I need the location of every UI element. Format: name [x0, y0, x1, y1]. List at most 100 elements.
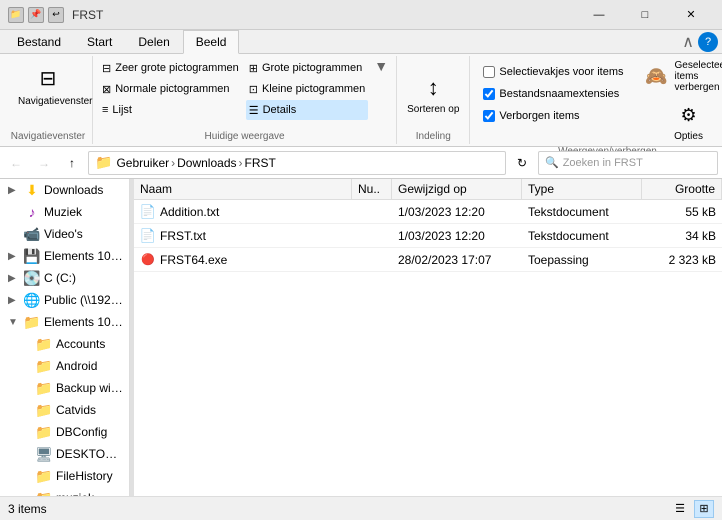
table-row[interactable]: 📄 Addition.txt 1/03/2023 12:20 Tekstdocu…	[134, 200, 722, 224]
search-box[interactable]: 🔍 Zoeken in FRST	[538, 151, 718, 175]
sidebar-label-backup: Backup windows	[56, 381, 125, 395]
ribbon-content: ⊟ Navigatievenster Navigatievenster ⊟ Ze…	[0, 54, 722, 146]
quick-access-icon[interactable]: 📌	[28, 7, 44, 23]
group-weergeven-verbergen: Selectievakjes voor items Bestandsnaamex…	[470, 56, 722, 144]
undo-icon[interactable]: ↩	[48, 7, 64, 23]
group-weergave: ⊟ Zeer grote pictogrammen ⊠ Normale pict…	[93, 56, 397, 144]
nav-panel-icon: ⊟	[32, 62, 64, 94]
back-button[interactable]: ←	[4, 151, 28, 175]
view-details-button[interactable]: ☰	[670, 500, 690, 518]
sidebar-item-dbconfig[interactable]: 📁 DBConfig	[0, 421, 129, 443]
kleine-icon: ⊡	[249, 83, 258, 96]
c-drive-icon: 💽	[24, 270, 40, 286]
minimize-button[interactable]: —	[576, 0, 622, 30]
tab-beeld[interactable]: Beeld	[183, 30, 240, 54]
opties-label: Opties	[674, 131, 703, 142]
sidebar-label-downloads: Downloads	[44, 183, 103, 197]
sidebar-item-elements2[interactable]: ▼ 📁 Elements 10B8 (A:	[0, 311, 129, 333]
public-icon: 🌐	[24, 292, 40, 308]
elements1-icon: 💾	[24, 248, 40, 264]
grote-item[interactable]: ⊞ Grote pictogrammen	[246, 58, 369, 78]
sidebar-item-elements1[interactable]: ▶ 💾 Elements 10B8 (	[0, 245, 129, 267]
bestandsnaam-checkbox[interactable]	[483, 88, 495, 100]
title-bar: 📁 📌 ↩ FRST — □ ✕	[0, 0, 722, 30]
view-controls: ☰ ⊞	[670, 500, 714, 518]
table-row[interactable]: 📄 FRST.txt 1/03/2023 12:20 Tekstdocument…	[134, 224, 722, 248]
selectievakjes-item[interactable]: Selectievakjes voor items	[480, 62, 626, 82]
col-header-type[interactable]: Type	[522, 179, 642, 199]
filehistory-icon: 📁	[36, 468, 52, 484]
sidebar: ▶ ⬇ Downloads ♪ Muziek 📹 Video's ▶ 💾 Ele…	[0, 179, 130, 496]
up-button[interactable]: ↑	[60, 151, 84, 175]
sidebar-item-videos[interactable]: 📹 Video's	[0, 223, 129, 245]
sidebar-item-backup[interactable]: 📁 Backup windows	[0, 377, 129, 399]
sorteren-button[interactable]: ↕ Sorteren op	[403, 70, 463, 117]
sidebar-item-public[interactable]: ▶ 🌐 Public (\\192.168	[0, 289, 129, 311]
geselecteerde-verbergen-button[interactable]: 🙈 Geselecteerde items verbergen	[639, 58, 722, 95]
file-name-frst64: 🔴 FRST64.exe	[134, 250, 352, 270]
ribbon-collapse-icon[interactable]: ∧	[682, 32, 694, 52]
sidebar-item-muziek[interactable]: ♪ Muziek	[0, 201, 129, 223]
sidebar-item-catvids[interactable]: 📁 Catvids	[0, 399, 129, 421]
nav-panel-label: Navigatievenster	[18, 96, 78, 107]
sidebar-label-public: Public (\\192.168	[44, 293, 125, 307]
opties-button[interactable]: ⚙ Opties	[639, 99, 722, 144]
file-num-frst	[352, 234, 392, 238]
navigatievenster-button[interactable]: ⊟ Navigatievenster	[10, 58, 86, 111]
address-bar: ← → ↑ 📁 Gebruiker › Downloads › FRST ↻ 🔍…	[0, 147, 722, 179]
path-frst[interactable]: FRST	[245, 156, 276, 170]
col-header-num[interactable]: Nu..	[352, 179, 392, 199]
normale-item[interactable]: ⊠ Normale pictogrammen	[99, 79, 242, 99]
address-path[interactable]: 📁 Gebruiker › Downloads › FRST	[88, 151, 506, 175]
maximize-button[interactable]: □	[622, 0, 668, 30]
col-header-name[interactable]: Naam	[134, 179, 352, 199]
zeer-grote-item[interactable]: ⊟ Zeer grote pictogrammen	[99, 58, 242, 78]
file-size-frst64: 2 323 kB	[642, 251, 722, 269]
bestandsnaam-item[interactable]: Bestandsnaamextensies	[480, 84, 626, 104]
view-large-button[interactable]: ⊞	[694, 500, 714, 518]
sidebar-label-videos: Video's	[44, 227, 83, 241]
search-placeholder: Zoeken in FRST	[563, 157, 643, 169]
help-icon[interactable]: ?	[698, 32, 718, 52]
verborgen-item[interactable]: Verborgen items	[480, 106, 626, 126]
table-row[interactable]: 🔴 FRST64.exe 28/02/2023 17:07 Toepassing…	[134, 248, 722, 272]
tab-start[interactable]: Start	[74, 30, 125, 53]
addition-icon: 📄	[140, 204, 156, 220]
verbergen-label: Geselecteerde items verbergen	[675, 60, 722, 93]
tab-bestand[interactable]: Bestand	[4, 30, 74, 53]
sidebar-item-desktop[interactable]: 🖥 DESKTOP-D07N\	[0, 443, 129, 465]
weergave-expand-icon[interactable]: ▼	[372, 58, 390, 74]
window-controls: — □ ✕	[576, 0, 714, 30]
group-indeling-title: Indeling	[403, 129, 463, 142]
file-type-frst: Tekstdocument	[522, 227, 642, 245]
expand-icon: ▶	[8, 185, 20, 196]
selectievakjes-checkbox[interactable]	[483, 66, 495, 78]
file-name-addition: 📄 Addition.txt	[134, 202, 352, 222]
path-downloads[interactable]: Downloads	[177, 156, 236, 170]
sidebar-item-c-drive[interactable]: ▶ 💽 C (C:)	[0, 267, 129, 289]
forward-button[interactable]: →	[32, 151, 56, 175]
kleine-item[interactable]: ⊡ Kleine pictogrammen	[246, 79, 369, 99]
details-item[interactable]: ☰ Details	[246, 100, 369, 120]
col-header-modified[interactable]: Gewijzigd op	[392, 179, 522, 199]
main-layout: ▶ ⬇ Downloads ♪ Muziek 📹 Video's ▶ 💾 Ele…	[0, 179, 722, 496]
lijst-item[interactable]: ≡ Lijst	[99, 100, 242, 120]
sidebar-label-muziek: Muziek	[44, 205, 82, 219]
tab-delen[interactable]: Delen	[125, 30, 182, 53]
path-gebruiker[interactable]: Gebruiker	[116, 156, 169, 170]
refresh-button[interactable]: ↻	[510, 151, 534, 175]
verborgen-checkbox[interactable]	[483, 110, 495, 122]
android-icon: 📁	[36, 358, 52, 374]
close-button[interactable]: ✕	[668, 0, 714, 30]
sidebar-item-muziek2[interactable]: 📁 muziek	[0, 487, 129, 496]
sidebar-label-elements2: Elements 10B8 (A:	[44, 315, 125, 329]
sidebar-item-accounts[interactable]: 📁 Accounts	[0, 333, 129, 355]
file-modified-addition: 1/03/2023 12:20	[392, 203, 522, 221]
sidebar-item-downloads[interactable]: ▶ ⬇ Downloads	[0, 179, 129, 201]
sidebar-item-android[interactable]: 📁 Android	[0, 355, 129, 377]
path-folder-icon: 📁	[95, 154, 112, 171]
col-header-size[interactable]: Grootte	[642, 179, 722, 199]
file-size-frst: 34 kB	[642, 227, 722, 245]
title-bar-icons: 📁 📌 ↩	[8, 7, 64, 23]
sidebar-item-filehistory[interactable]: 📁 FileHistory	[0, 465, 129, 487]
